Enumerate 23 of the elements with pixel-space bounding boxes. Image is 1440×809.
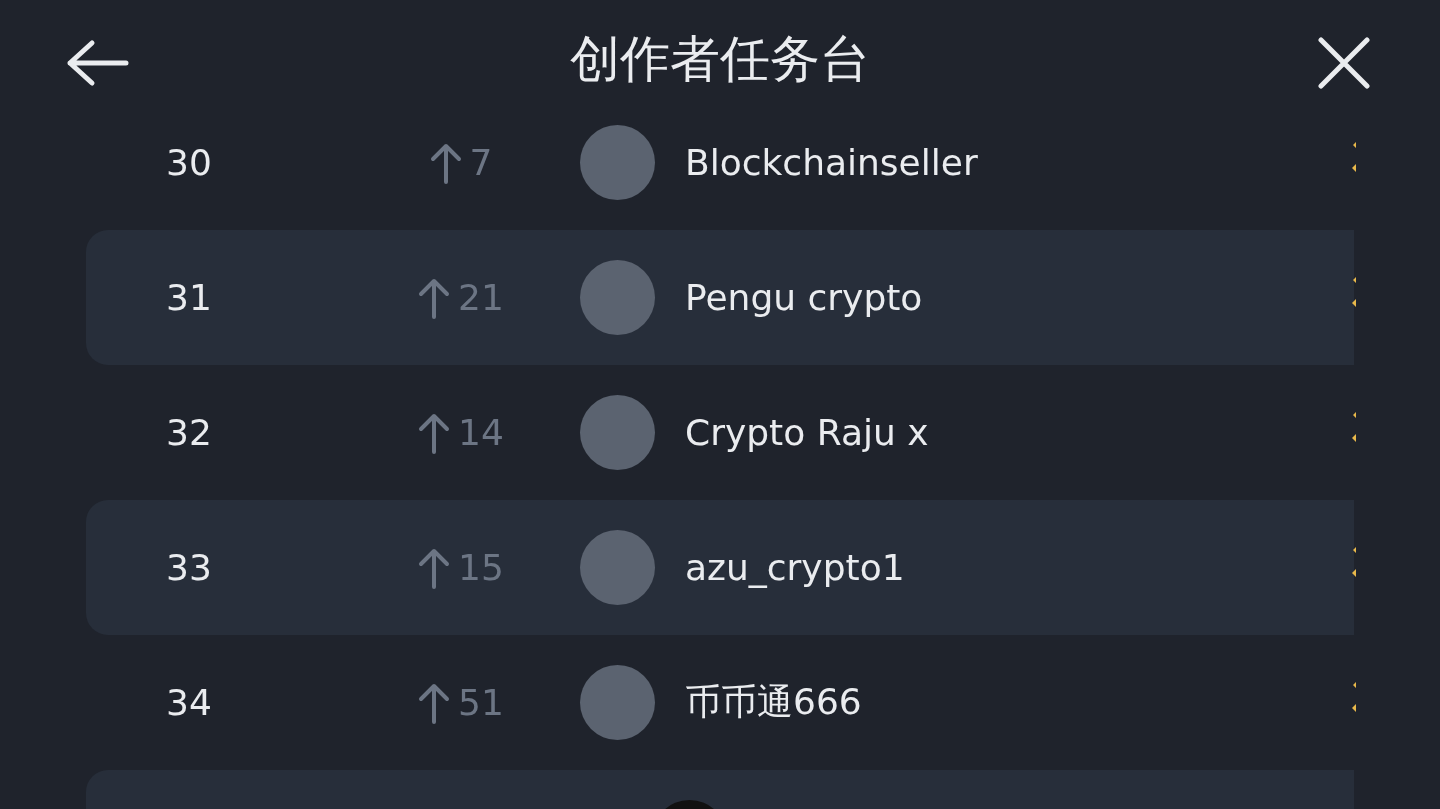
close-icon [1318, 36, 1370, 89]
up-arrow-icon [418, 276, 451, 319]
rank-number: 32 [166, 412, 213, 453]
rank-change: 14 [458, 412, 504, 453]
rank-change: 15 [458, 547, 504, 588]
rank-number: 34 [166, 682, 213, 723]
rank-change: 51 [458, 682, 504, 723]
up-arrow-icon [418, 411, 451, 454]
rank-change: 7 [469, 142, 493, 183]
close-button[interactable] [1318, 36, 1370, 89]
creator-name: Blockchainseller [685, 142, 978, 183]
rank-number: 30 [166, 142, 213, 183]
creator-name: 币币通666 [685, 680, 862, 724]
up-arrow-icon [418, 546, 451, 589]
creator-name: azu_crypto1 [685, 547, 905, 588]
rank-number: 31 [166, 277, 213, 318]
up-arrow-icon [429, 141, 462, 184]
creator-name: Crypto Raju x [685, 412, 929, 453]
rank-change: 21 [458, 277, 504, 318]
page-title: 创作者任务台 [570, 29, 870, 90]
up-arrow-icon [418, 681, 451, 724]
creator-name: Pengu crypto [685, 277, 923, 318]
rank-number: 33 [166, 547, 213, 588]
